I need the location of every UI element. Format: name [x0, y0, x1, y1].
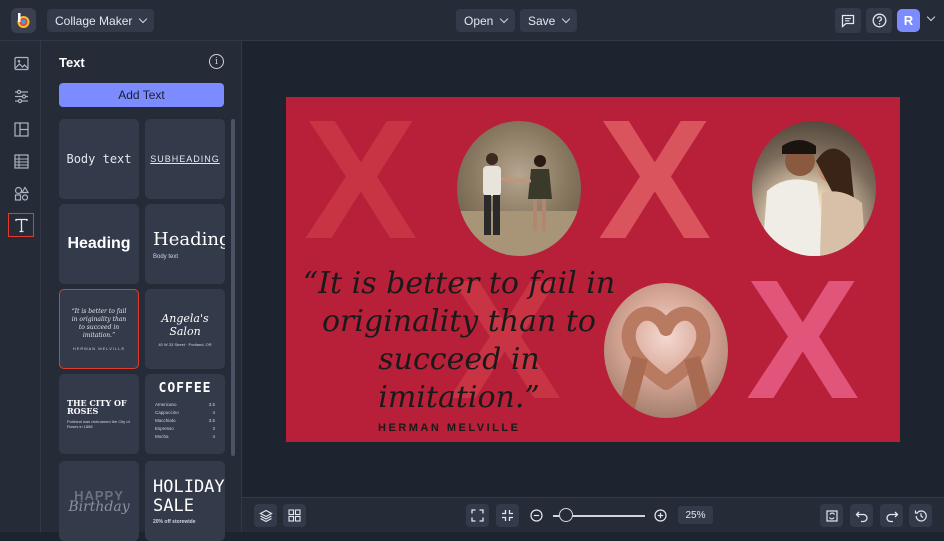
rail-item-text[interactable]	[8, 213, 34, 237]
history-button[interactable]	[909, 504, 932, 527]
preset-text: Angela's Salon	[161, 311, 209, 338]
rail-item-graphics[interactable]	[8, 181, 34, 205]
preset-text: THE CITY OF ROSES	[67, 398, 127, 416]
befunky-logo-icon	[17, 13, 30, 28]
image-icon	[13, 56, 29, 70]
comments-button[interactable]	[835, 8, 861, 33]
text-preset-quote[interactable]: “It is better to fail in originality tha…	[59, 289, 139, 369]
text-preset-salon[interactable]: Angela's Salon 45 W 33 Street · Portland…	[145, 289, 225, 369]
collage-maker-label: Collage Maker	[55, 13, 133, 28]
letter-x-2: X	[598, 97, 712, 275]
text-panel: Text i Add Text Body text SUBHEADING Hea…	[41, 41, 242, 541]
rail-item-textures[interactable]	[8, 149, 34, 173]
quote-author[interactable]: HERMAN MELVILLE	[378, 422, 520, 434]
help-icon	[872, 13, 886, 28]
grid-icon	[288, 509, 301, 522]
text-preset-subheading[interactable]: SUBHEADING	[145, 119, 225, 199]
save-label: Save	[528, 13, 556, 28]
graphics-icon	[14, 185, 29, 201]
preset-subtext: 45 W 33 Street · Portland, OR	[158, 341, 212, 347]
layout-icon	[13, 121, 29, 137]
layers-icon	[258, 509, 273, 522]
texture-icon	[13, 153, 29, 169]
rail-item-adjustments[interactable]	[8, 84, 34, 108]
text-preset-city[interactable]: THE CITY OF ROSES Portland was nicknamed…	[59, 374, 139, 454]
preset-subtext: Portland was nicknamed the City of Roses…	[67, 419, 130, 429]
user-avatar[interactable]: R	[897, 9, 920, 32]
collage-maker-menu[interactable]: Collage Maker	[47, 9, 155, 32]
preset-subtext: Birthday	[68, 498, 130, 515]
text-preset-holiday[interactable]: HOLIDAY SALE 20% off storewide	[145, 461, 225, 541]
menu-row: Macchiato 3.5	[155, 418, 215, 423]
text-preset-birthday[interactable]: HAPPY Birthday	[59, 461, 139, 541]
preset-text: Heading	[153, 228, 225, 250]
undo-icon	[855, 511, 868, 522]
quote-text[interactable]: “It is better to fail in originality tha…	[294, 265, 624, 417]
chevron-down-icon[interactable]	[926, 12, 936, 22]
letter-x-4: X	[746, 245, 860, 435]
panel-title: Text	[59, 55, 85, 70]
zoom-out-icon[interactable]	[530, 509, 543, 522]
panel-scrollbar[interactable]	[231, 119, 235, 456]
chevron-down-icon	[139, 14, 148, 24]
zoom-in-icon[interactable]	[654, 509, 667, 522]
tool-rail	[0, 41, 41, 532]
add-text-button[interactable]: Add Text	[59, 83, 224, 107]
text-preset-heading[interactable]: Heading	[59, 204, 139, 284]
collage-canvas[interactable]: X X X X “It is better to fail in origina…	[286, 97, 900, 442]
text-preset-body[interactable]: Body text	[59, 119, 139, 199]
text-icon	[14, 218, 28, 232]
open-label: Open	[464, 13, 494, 28]
photo-couple-embrace[interactable]	[752, 121, 876, 256]
couple-walking-image	[457, 153, 581, 256]
preset-text: SUBHEADING	[150, 154, 220, 164]
preset-subtext: HERMAN MELVILLE	[72, 345, 126, 351]
undo-button[interactable]	[850, 504, 873, 527]
help-button[interactable]	[866, 8, 892, 33]
adjustments-icon	[14, 89, 28, 103]
preset-text: Body text	[66, 152, 132, 166]
zoom-level[interactable]: 25%	[678, 506, 713, 524]
open-button[interactable]: Open	[456, 9, 516, 32]
history-icon	[914, 509, 927, 522]
collapse-icon	[502, 510, 513, 521]
grid-button[interactable]	[283, 504, 306, 527]
rail-item-image[interactable]	[8, 51, 34, 75]
preset-text: HOLIDAY SALE	[153, 476, 225, 516]
replace-button[interactable]	[820, 504, 843, 527]
chevron-down-icon	[562, 14, 571, 24]
text-preset-heading-body[interactable]: Heading Body text	[145, 204, 225, 284]
preset-text: “It is better to fail in originality tha…	[71, 307, 127, 339]
swap-icon	[825, 509, 838, 522]
preset-subtext: 20% off storewide	[153, 518, 196, 525]
preset-text: COFFEE	[158, 381, 212, 396]
preset-subtext: Body text	[153, 253, 179, 260]
chevron-down-icon	[500, 14, 509, 24]
letter-x-1: X	[304, 97, 418, 275]
redo-button[interactable]	[880, 504, 903, 527]
menu-row: Espresso 3	[155, 426, 215, 431]
rail-item-layouts[interactable]	[8, 117, 34, 141]
preset-text: Heading	[67, 235, 131, 252]
bottom-bar: 25%	[242, 497, 944, 532]
save-button[interactable]: Save	[520, 9, 578, 32]
redo-icon	[885, 511, 898, 522]
top-bar: Collage Maker Open Save R	[0, 0, 944, 41]
expand-icon	[471, 509, 484, 522]
zoom-slider-handle[interactable]	[559, 508, 573, 522]
menu-row: Mocha 4	[155, 434, 215, 439]
couple-embrace-image	[762, 140, 866, 256]
actual-size-button[interactable]	[496, 504, 519, 527]
fit-screen-button[interactable]	[466, 504, 489, 527]
info-icon[interactable]: i	[209, 54, 224, 69]
menu-row: Cappuccino 4	[155, 410, 215, 415]
app-logo[interactable]	[11, 8, 36, 33]
text-preset-coffee[interactable]: COFFEE Americano 3.5 Cappuccino 4 Macchiat…	[145, 374, 225, 454]
coffee-menu: Americano 3.5 Cappuccino 4 Macchiato 3.5 Es…	[155, 401, 215, 441]
photo-couple-walking[interactable]	[457, 121, 581, 256]
menu-row: Americano 3.5	[155, 402, 215, 407]
layers-button[interactable]	[254, 504, 277, 527]
chat-icon	[841, 14, 855, 28]
